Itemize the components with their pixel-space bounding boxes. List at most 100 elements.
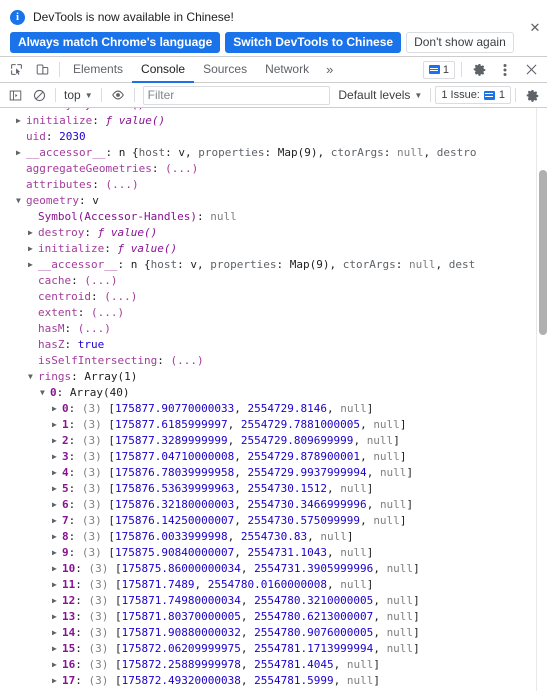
console-token: , — [234, 546, 248, 559]
disclosure-triangle-closed-icon[interactable]: ▶ — [52, 465, 62, 481]
disclosure-triangle-closed-icon[interactable]: ▶ — [52, 593, 62, 609]
console-row[interactable]: ▶extent: (...) — [0, 305, 547, 321]
console-row[interactable]: ▶ 15: (3) [175872.06209999975, 2554781.17… — [0, 641, 547, 657]
console-row[interactable]: ▶cache: (...) — [0, 273, 547, 289]
disclosure-triangle-closed-icon[interactable]: ▶ — [52, 577, 62, 593]
more-tabs-icon[interactable]: » — [318, 57, 341, 82]
disclosure-triangle-closed-icon[interactable]: ▶ — [16, 145, 26, 161]
tab-sources[interactable]: Sources — [194, 57, 256, 83]
console-token: (3) — [88, 658, 115, 671]
console-row[interactable]: ▶ 4: (3) [175876.78039999958, 2554729.993… — [0, 465, 547, 481]
disclosure-triangle-closed-icon[interactable]: ▶ — [28, 257, 38, 273]
disclosure-triangle-closed-icon[interactable]: ▶ — [52, 481, 62, 497]
tab-network[interactable]: Network — [256, 57, 318, 83]
disclosure-triangle-closed-icon[interactable]: ▶ — [52, 401, 62, 417]
disclosure-triangle-closed-icon[interactable]: ▶ — [28, 225, 38, 241]
console-row[interactable]: ▶ 12: (3) [175871.74980000034, 2554780.32… — [0, 593, 547, 609]
dont-show-again-button[interactable]: Don't show again — [406, 32, 514, 53]
close-devtools-icon[interactable] — [518, 57, 544, 82]
gear-icon[interactable] — [466, 57, 492, 82]
always-match-chrome-language-button[interactable]: Always match Chrome's language — [10, 32, 221, 53]
console-token: null — [408, 258, 436, 271]
disclosure-triangle-closed-icon[interactable]: ▶ — [52, 449, 62, 465]
console-row[interactable]: ▶ 1: (3) [175877.6185999997, 2554729.7881… — [0, 417, 547, 433]
kebab-menu-icon[interactable] — [492, 57, 518, 82]
console-row[interactable]: ▼ 0: Array(40) — [0, 385, 547, 401]
console-token: (...) — [84, 274, 118, 287]
console-row[interactable]: ▶ 16: (3) [175872.25889999978, 2554781.40… — [0, 657, 547, 673]
console-token: 2554730.575099999 — [247, 514, 361, 527]
console-token: , — [360, 450, 374, 463]
console-row[interactable]: ▶centroid: (...) — [0, 289, 547, 305]
console-row[interactable]: ▶hasM: (...) — [0, 321, 547, 337]
log-levels-selector[interactable]: Default levels ▼ — [334, 88, 426, 102]
console-token: (...) — [104, 290, 138, 303]
live-expression-icon[interactable] — [106, 83, 130, 107]
disclosure-triangle-closed-icon[interactable]: ▶ — [52, 513, 62, 529]
disclosure-triangle-closed-icon[interactable]: ▶ — [16, 113, 26, 129]
console-token: 175871.90880000032 — [121, 626, 241, 639]
console-token: [ — [108, 546, 115, 559]
console-row[interactable]: ▶hasZ: true — [0, 337, 547, 353]
console-row[interactable]: ▶Symbol(Accessor-Handles): null — [0, 209, 547, 225]
console-row[interactable]: ▶ 7: (3) [175876.14250000007, 2554730.575… — [0, 513, 547, 529]
console-row[interactable]: ▶ 3: (3) [175877.04710000008, 2554729.878… — [0, 449, 547, 465]
console-row[interactable]: ▶ initialize: ƒ value() — [0, 241, 547, 257]
disclosure-triangle-open-icon[interactable]: ▼ — [16, 193, 26, 209]
disclosure-triangle-closed-icon[interactable]: ▶ — [52, 641, 62, 657]
console-row[interactable]: ▶ initialize: ƒ value() — [0, 113, 547, 129]
disclosure-triangle-closed-icon[interactable]: ▶ — [52, 497, 62, 513]
device-toolbar-icon[interactable] — [29, 57, 55, 82]
console-row[interactable]: ▶isSelfIntersecting: (...) — [0, 353, 547, 369]
console-row[interactable]: ▶ 8: (3) [175876.0033999998, 2554730.83, … — [0, 529, 547, 545]
console-token: null — [340, 402, 367, 415]
console-row[interactable]: ▶ 11: (3) [175871.7489, 2554780.016000000… — [0, 577, 547, 593]
console-row[interactable]: ▶ __accessor__: n {host: v, properties: M… — [0, 257, 547, 273]
console-output-panel[interactable]: ▶destroy: ƒ value()▶initialize: ƒ value(… — [0, 108, 547, 691]
console-scrollbar-thumb[interactable] — [539, 170, 547, 335]
console-row[interactable]: ▶ 14: (3) [175871.90880000032, 2554780.90… — [0, 625, 547, 641]
console-token: , — [326, 402, 341, 415]
disclosure-triangle-closed-icon[interactable]: ▶ — [52, 625, 62, 641]
disclosure-triangle-closed-icon[interactable]: ▶ — [52, 673, 62, 689]
issues-pill[interactable]: 1 Issue: 1 — [435, 86, 511, 104]
console-row[interactable]: ▶attributes: (...) — [0, 177, 547, 193]
console-token: : — [56, 386, 70, 399]
console-row[interactable]: ▶ __accessor__: n {host: v, properties: M… — [0, 145, 547, 161]
clear-console-icon[interactable] — [27, 83, 51, 107]
disclosure-triangle-closed-icon[interactable]: ▶ — [52, 609, 62, 625]
disclosure-triangle-open-icon[interactable]: ▼ — [40, 385, 50, 401]
console-row[interactable]: ▶ 13: (3) [175871.80370000005, 2554780.62… — [0, 609, 547, 625]
console-row[interactable]: ▶uid: 2030 — [0, 129, 547, 145]
issues-counter-badge[interactable]: 1 — [422, 60, 455, 79]
tab-elements[interactable]: Elements — [64, 57, 132, 83]
console-row[interactable]: ▼ geometry: v — [0, 193, 547, 209]
tab-console[interactable]: Console — [132, 57, 195, 83]
disclosure-triangle-closed-icon[interactable]: ▶ — [52, 657, 62, 673]
close-icon[interactable]: ✕ — [527, 20, 543, 36]
console-vertical-scrollbar[interactable] — [536, 108, 547, 691]
switch-devtools-to-chinese-button[interactable]: Switch DevTools to Chinese — [225, 32, 402, 53]
disclosure-triangle-closed-icon[interactable]: ▶ — [52, 417, 62, 433]
inspect-element-icon[interactable] — [3, 57, 29, 82]
disclosure-triangle-closed-icon[interactable]: ▶ — [28, 241, 38, 257]
disclosure-triangle-closed-icon[interactable]: ▶ — [52, 529, 62, 545]
console-row[interactable]: ▶ 0: (3) [175877.90770000033, 2554729.814… — [0, 401, 547, 417]
disclosure-triangle-closed-icon[interactable]: ▶ — [52, 545, 62, 561]
console-row[interactable]: ▶ 2: (3) [175877.3289999999, 2554729.8096… — [0, 433, 547, 449]
console-row[interactable]: ▶destroy: ƒ value() — [0, 225, 547, 241]
disclosure-triangle-closed-icon[interactable]: ▶ — [52, 561, 62, 577]
disclosure-triangle-closed-icon[interactable]: ▶ — [52, 433, 62, 449]
console-row[interactable]: ▶ 6: (3) [175876.32180000003, 2554730.346… — [0, 497, 547, 513]
execution-context-selector[interactable]: top ▼ — [60, 88, 97, 102]
console-row[interactable]: ▼ rings: Array(1) — [0, 369, 547, 385]
console-row[interactable]: ▶ 5: (3) [175876.53639999963, 2554730.151… — [0, 481, 547, 497]
filter-input[interactable] — [142, 85, 331, 105]
console-row[interactable]: ▶ 17: (3) [175872.49320000038, 2554781.59… — [0, 673, 547, 689]
console-row[interactable]: ▶aggregateGeometries: (...) — [0, 161, 547, 177]
console-row[interactable]: ▶ 10: (3) [175875.86000000034, 2554731.39… — [0, 561, 547, 577]
console-sidebar-icon[interactable] — [3, 83, 27, 107]
disclosure-triangle-open-icon[interactable]: ▼ — [28, 369, 38, 385]
console-settings-gear-icon[interactable] — [520, 83, 544, 107]
console-row[interactable]: ▶ 9: (3) [175875.90840000007, 2554731.104… — [0, 545, 547, 561]
